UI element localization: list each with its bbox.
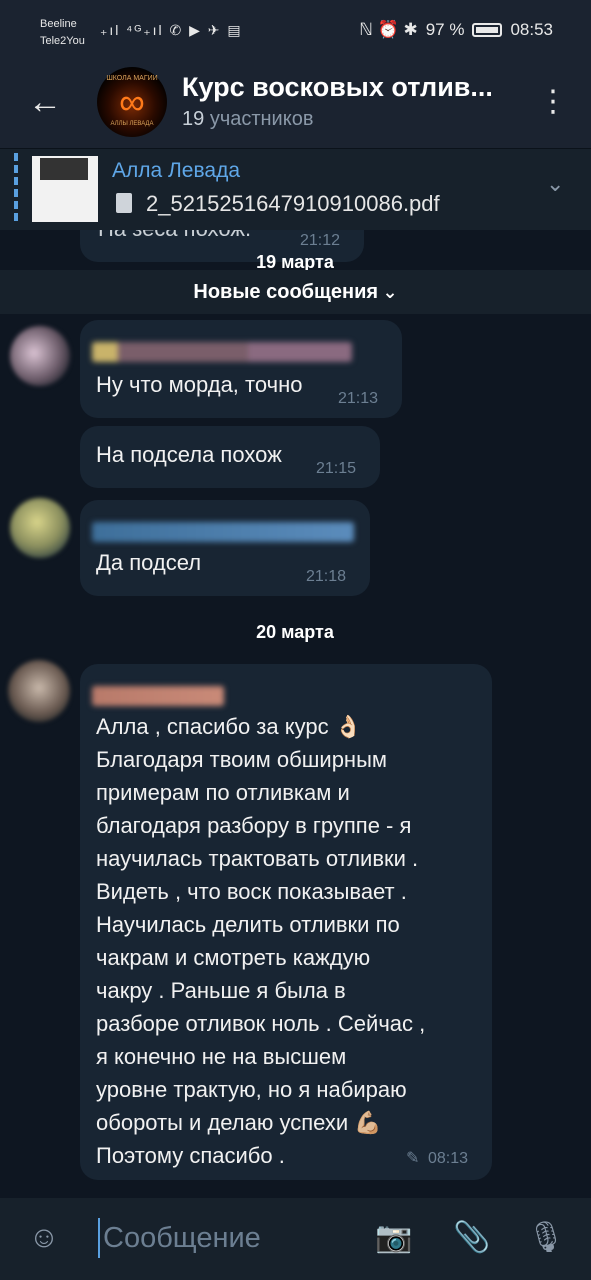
chat-header: ← ШКОЛА МАГИИ ∞ АЛЛЫ ЛЕВАДА Курс восковы… xyxy=(0,62,591,148)
status-right: ℕ ⏰ ✱ 97 % 08:53 xyxy=(359,20,553,40)
carrier-1: Beeline xyxy=(40,18,77,30)
file-icon xyxy=(116,193,132,213)
avatar[interactable] xyxy=(8,660,70,722)
sender-name xyxy=(92,686,224,706)
chevron-down-icon[interactable]: ⌄ xyxy=(546,171,564,197)
message-text: На зеса похож. xyxy=(98,230,251,245)
pinned-message[interactable]: Алла Левада 2_5215251647910910086.pdf ⌄ xyxy=(0,148,591,230)
camera-icon[interactable]: 📷 xyxy=(374,1218,414,1258)
arrow-left-icon: ← xyxy=(28,83,62,121)
avatar-top-text: ШКОЛА МАГИИ xyxy=(106,75,158,82)
message-text: Ну что морда, точно xyxy=(96,372,303,397)
message-bubble[interactable]: На подсела похож 21:15 xyxy=(80,426,380,488)
new-messages-divider: Новые сообщения ⌄ xyxy=(0,270,591,314)
message-text: Алла , спасибо за курс 👌🏻 Благодаря твои… xyxy=(96,714,426,1168)
edited-icon: ✎ xyxy=(406,1150,420,1167)
infinity-icon: ∞ xyxy=(119,81,145,122)
carrier-2: Tele2You xyxy=(40,35,85,47)
date-separator: 20 марта xyxy=(256,622,334,642)
participants-info: 19 участников xyxy=(182,108,313,131)
pin-thumbnail xyxy=(32,156,98,222)
clock: 08:53 xyxy=(510,20,553,39)
more-vertical-icon: ⋮ xyxy=(538,85,568,118)
pin-indicator xyxy=(14,153,18,225)
avatar-bottom-text: АЛЛЫ ЛЕВАДА xyxy=(110,121,154,127)
pin-file-name: 2_5215251647910910086.pdf xyxy=(146,191,440,216)
message-time: 08:13 xyxy=(428,1150,469,1167)
sender-name xyxy=(92,342,352,362)
message-time: 21:12 xyxy=(300,232,341,249)
sender-name xyxy=(92,522,354,542)
message-time: 21:18 xyxy=(306,568,347,585)
chat-title[interactable]: Курс восковых отлив... xyxy=(182,72,512,103)
message-input-bar: ☺ Сообщение 📷 📎 🎙 xyxy=(0,1198,591,1280)
status-right-icons: ℕ ⏰ ✱ xyxy=(359,20,418,39)
message-bubble[interactable]: Алла , спасибо за курс 👌🏻 Благодаря твои… xyxy=(80,664,492,1180)
message-time: 21:15 xyxy=(316,460,357,477)
battery-icon xyxy=(472,23,503,37)
participants-label: участников xyxy=(209,108,314,130)
emoji-icon[interactable]: ☺ xyxy=(24,1218,64,1258)
group-avatar[interactable]: ШКОЛА МАГИИ ∞ АЛЛЫ ЛЕВАДА xyxy=(97,67,167,137)
status-bar: Beeline Tele2You ₊ıl ⁴ᴳ₊ıl ✆ ▶ ✈ ▤ ℕ ⏰ ✱… xyxy=(0,0,591,62)
status-left-icons: ₊ıl ⁴ᴳ₊ıl ✆ ▶ ✈ ▤ xyxy=(100,22,243,38)
avatar[interactable] xyxy=(10,498,70,558)
avatar[interactable] xyxy=(10,326,70,386)
message-text: На подсела похож xyxy=(96,442,282,467)
message-input[interactable]: Сообщение xyxy=(98,1218,348,1258)
carrier-info: Beeline Tele2You xyxy=(40,16,85,50)
message-text: Да подсел xyxy=(96,550,202,575)
paperclip-icon[interactable]: 📎 xyxy=(452,1218,492,1258)
new-messages-label: Новые сообщения xyxy=(193,281,379,303)
battery-percent: 97 % xyxy=(425,20,465,39)
pin-author: Алла Левада xyxy=(112,159,241,182)
chevron-down-icon: ⌄ xyxy=(382,282,398,302)
back-button[interactable]: ← xyxy=(28,82,68,122)
microphone-icon[interactable]: 🎙 xyxy=(526,1218,566,1258)
more-menu-button[interactable]: ⋮ xyxy=(538,84,568,120)
message-bubble[interactable]: Ну что морда, точно 21:13 xyxy=(80,320,402,418)
participants-count: 19 xyxy=(182,108,205,130)
message-bubble[interactable]: Да подсел 21:18 xyxy=(80,500,370,596)
message-time: 21:13 xyxy=(338,390,379,407)
